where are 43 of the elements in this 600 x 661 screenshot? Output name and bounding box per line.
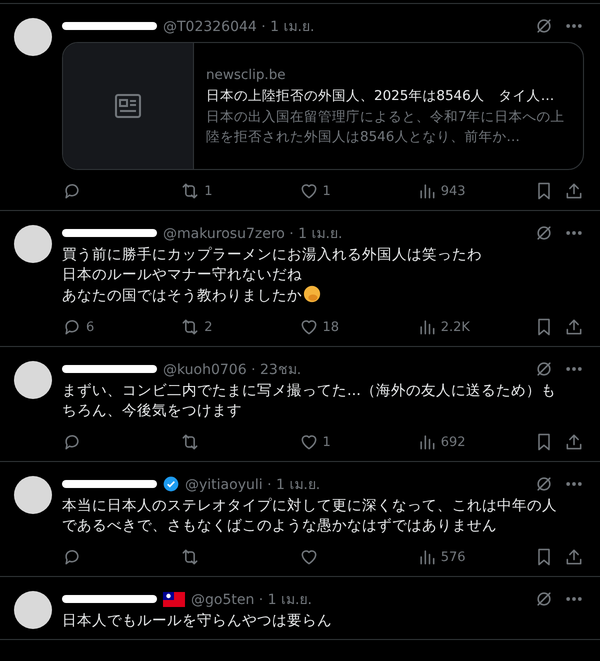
repost-icon[interactable] — [180, 181, 200, 201]
heart-icon[interactable] — [298, 181, 318, 201]
share-icon[interactable] — [564, 181, 584, 201]
handle-and-time: @kuoh0706 · 23ชม. — [163, 361, 302, 380]
avatar[interactable] — [14, 18, 52, 56]
avatar[interactable] — [14, 591, 52, 629]
link-domain: newsclip.be — [206, 66, 287, 85]
count: 1 — [322, 184, 331, 198]
handle-and-time: @makurosu7zero · 1 เม.ย. — [163, 225, 342, 244]
handle-and-time: @yitiaoyuli · 1 เม.ย. — [185, 476, 320, 495]
tweet-text: 本当に日本人のステレオタイプに対して更に深くなって、これは中年の人であるべきで、さもなくばこのような愚かなはずではありません — [62, 496, 558, 536]
tweet-text: 日本人でもルールを守らんやつは要らん — [62, 612, 333, 631]
avatar[interactable] — [14, 361, 52, 399]
repost-icon[interactable] — [180, 547, 200, 567]
count: 692 — [440, 434, 466, 450]
count: 943 — [440, 184, 466, 198]
heart-icon[interactable] — [298, 317, 318, 337]
count: 576 — [440, 550, 466, 564]
heart-icon[interactable] — [298, 547, 318, 567]
share-icon[interactable] — [564, 317, 584, 337]
handle-and-time: @go5ten · 1 เม.ย. — [191, 591, 312, 610]
count: 6 — [86, 320, 94, 334]
avatar[interactable] — [14, 476, 52, 514]
tweet-text: まずい、コンビ二内でたまに写メ撮ってた...（海外の友人に送るため）もちろん、今後気をつけます — [62, 382, 557, 421]
link-description: 日本の出入国在留管理庁によると、令和7年に日本への上陸を拒否された外国人は8546人となり、前年か… — [206, 108, 566, 147]
tweet-text-line: 日本のルールやマナー守れないだね — [62, 267, 302, 283]
count: 2.2K — [440, 320, 470, 334]
avatar[interactable] — [14, 225, 52, 263]
link-title: 日本の上陸拒否の外国人、2025年は8546人 タイ人… — [206, 87, 554, 106]
count: 2 — [204, 320, 213, 334]
article-icon — [114, 93, 142, 119]
count: 1 — [322, 434, 331, 450]
count: 18 — [322, 320, 340, 334]
tweet-text-line: あなたの国ではそう教わりましたか — [62, 288, 302, 304]
count: 1 — [204, 184, 213, 198]
repost-icon[interactable] — [180, 432, 200, 452]
tweet-text-line: 買う前に勝手にカップラーメンにお湯入れる外国人は笑ったわ — [62, 247, 482, 263]
share-icon[interactable] — [564, 432, 584, 452]
handle-and-time: @T02326044 · 1 เม.ย. — [163, 18, 314, 37]
share-icon[interactable] — [564, 547, 584, 567]
heart-icon[interactable] — [298, 432, 318, 452]
link-card[interactable]: newsclip.be 日本の上陸拒否の外国人、2025年は8546人 タイ人… 日本の出入国在留管理庁によると、令和7年に日本への上陸を拒否された外国人は8546人となり、前年か… — [62, 42, 584, 170]
repost-icon[interactable] — [180, 317, 200, 337]
